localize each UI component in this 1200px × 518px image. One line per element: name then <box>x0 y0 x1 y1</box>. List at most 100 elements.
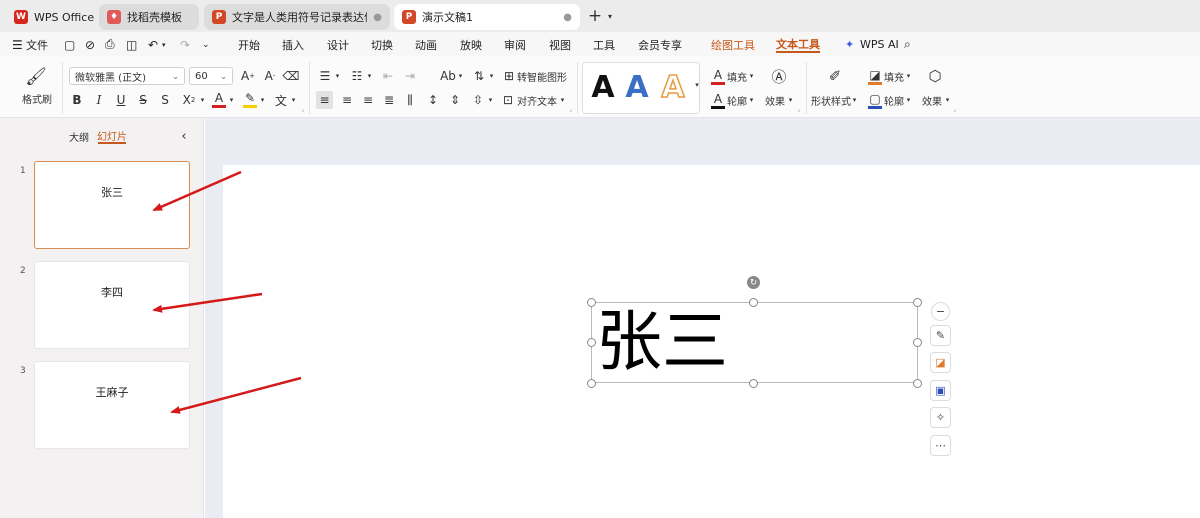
decrease-indent-icon[interactable]: ⇤ <box>380 67 396 85</box>
chevron-down-icon[interactable]: ▾ <box>604 8 616 24</box>
text-fill-button[interactable]: 填充 <box>726 67 748 85</box>
chevron-down-icon[interactable]: ▾ <box>905 67 912 85</box>
chevron-down-icon[interactable]: ▾ <box>487 91 494 109</box>
save-icon[interactable]: ▢ <box>64 36 75 53</box>
fill-icon[interactable]: ◪ <box>930 352 951 373</box>
chevron-down-icon[interactable]: ▾ <box>851 91 858 109</box>
slide-thumbnail-1[interactable]: 张三 <box>34 161 190 249</box>
paragraph-spacing-icon[interactable]: ⇕ <box>447 91 463 109</box>
chevron-down-icon[interactable]: ▾ <box>748 91 755 109</box>
column-icon[interactable]: ⇳ <box>470 91 486 109</box>
share-icon[interactable]: ⊘ <box>85 36 95 53</box>
underline-icon[interactable]: U <box>113 91 129 109</box>
menu-drawing-tools[interactable]: 绘图工具 <box>711 36 755 53</box>
chevron-down-icon[interactable]: ▾ <box>259 91 266 109</box>
shadow-icon[interactable]: S <box>157 91 173 109</box>
align-text-button[interactable]: 对齐文本 <box>516 91 558 109</box>
align-center-icon[interactable]: ≡ <box>339 91 355 109</box>
undo-icon[interactable]: ↶ <box>148 36 158 53</box>
numbering-icon[interactable]: ☷ <box>349 67 365 85</box>
shape-effect-icon[interactable]: ⬡ <box>926 66 944 86</box>
chevron-down-icon[interactable]: ▾ <box>944 91 951 109</box>
justify-icon[interactable]: ≣ <box>381 91 397 109</box>
shape-fill-icon[interactable]: ◪ <box>868 67 882 85</box>
italic-icon[interactable]: I <box>91 91 107 109</box>
new-tab-button[interactable]: + <box>586 6 604 26</box>
chevron-down-icon[interactable]: ▾ <box>748 67 755 85</box>
menu-animation[interactable]: 动画 <box>415 36 437 53</box>
collapse-pane-icon[interactable]: ‹ <box>178 128 190 144</box>
print-icon[interactable]: ⎙ <box>105 36 115 53</box>
chevron-down-icon[interactable]: ▾ <box>787 91 794 109</box>
tab-docer-templates[interactable]: ♦ 找稻壳模板 <box>99 4 199 30</box>
tab-wps-office[interactable]: W WPS Office <box>6 4 94 30</box>
menu-insert[interactable]: 插入 <box>282 36 304 53</box>
resize-handle[interactable] <box>749 298 758 307</box>
pen-icon[interactable]: ✎ <box>930 325 951 346</box>
redo-icon[interactable]: ↷ <box>180 36 190 53</box>
text-outline-button[interactable]: 轮廓 <box>726 91 748 109</box>
increase-indent-icon[interactable]: ⇥ <box>402 67 418 85</box>
align-left-icon[interactable]: ≡ <box>316 91 333 109</box>
resize-handle[interactable] <box>749 379 758 388</box>
search-icon[interactable]: ⌕ <box>904 36 911 53</box>
menu-text-tools[interactable]: 文本工具 <box>776 36 820 53</box>
align-text-icon[interactable]: ⊡ <box>501 91 515 109</box>
menu-design[interactable]: 设计 <box>327 36 349 53</box>
format-painter-label[interactable]: 格式刷 <box>16 91 58 106</box>
smart-graphic-button[interactable]: 转智能图形 <box>517 67 567 85</box>
menu-tools[interactable]: 工具 <box>593 36 615 53</box>
text-effect-icon[interactable]: Ⓐ <box>770 66 788 86</box>
shape-style-button[interactable]: 形状样式 <box>811 91 851 109</box>
bullets-icon[interactable]: ☰ <box>317 67 333 85</box>
chevron-down-icon[interactable]: ⌄ <box>202 36 210 53</box>
tab-text-document[interactable]: P 文字是人类用符号记录表达信息以 ● <box>204 4 390 30</box>
resize-handle[interactable] <box>587 298 596 307</box>
chevron-down-icon[interactable]: ▾ <box>905 91 912 109</box>
bold-icon[interactable]: B <box>69 91 85 109</box>
menu-member[interactable]: 会员专享 <box>638 36 682 53</box>
font-size-select[interactable]: 60 ⌄ <box>189 67 233 85</box>
text-style-orange-outline[interactable]: A <box>658 68 688 106</box>
chevron-down-icon[interactable]: ▾ <box>290 91 297 109</box>
menu-file[interactable]: 文件 <box>26 36 48 53</box>
menu-slideshow[interactable]: 放映 <box>460 36 482 53</box>
tab-slides[interactable]: 幻灯片 <box>97 128 127 144</box>
text-style-black[interactable]: A <box>588 68 618 106</box>
menu-view[interactable]: 视图 <box>549 36 571 53</box>
dialog-launcher-icon[interactable]: ⌟ <box>951 105 958 113</box>
shape-style-icon[interactable]: ✐ <box>826 66 844 86</box>
chevron-down-icon[interactable]: ▾ <box>334 67 341 85</box>
highlight-icon[interactable]: ✎ <box>243 90 257 108</box>
strikethrough-icon[interactable]: S <box>135 91 151 109</box>
text-effect-button[interactable]: 效果 <box>763 91 787 109</box>
distribute-icon[interactable]: ⫼ <box>402 91 418 109</box>
resize-handle[interactable] <box>913 379 922 388</box>
text-outline-icon[interactable]: A <box>711 91 725 109</box>
dialog-launcher-icon[interactable]: ⌟ <box>795 105 802 113</box>
chevron-down-icon[interactable]: ▾ <box>457 67 464 85</box>
sort-icon[interactable]: ⇅ <box>471 67 487 85</box>
text-fill-icon[interactable]: A <box>711 67 725 85</box>
text-direction-icon[interactable]: Ab <box>440 67 456 85</box>
rotate-handle-icon[interactable]: ↻ <box>747 276 760 289</box>
shape-outline-icon[interactable]: ▢ <box>868 91 882 109</box>
chevron-down-icon[interactable]: ▾ <box>199 91 206 109</box>
resize-handle[interactable] <box>913 298 922 307</box>
print-preview-icon[interactable]: ◫ <box>126 36 137 53</box>
font-name-select[interactable]: 微软雅黑 (正文) ⌄ <box>69 67 185 85</box>
shape-effect-button[interactable]: 效果 <box>920 91 944 109</box>
tab-outline[interactable]: 大纲 <box>68 128 90 144</box>
outline-icon[interactable]: ▣ <box>930 380 951 401</box>
dialog-launcher-icon[interactable]: ⌟ <box>567 105 574 113</box>
chevron-down-icon[interactable]: ▾ <box>162 36 166 53</box>
resize-handle[interactable] <box>587 338 596 347</box>
tab-presentation-1[interactable]: P 演示文稿1 ● <box>394 4 580 30</box>
line-spacing-icon[interactable]: ↕ <box>425 91 441 109</box>
superscript-icon[interactable]: X2 <box>180 91 198 109</box>
chevron-down-icon[interactable]: ▾ <box>228 91 235 109</box>
clear-format-icon[interactable]: ⌫ <box>283 67 300 85</box>
shape-fill-button[interactable]: 填充 <box>883 67 905 85</box>
phonetic-icon[interactable]: 文 <box>273 91 289 109</box>
format-painter-icon[interactable]: 🖌 <box>24 66 48 88</box>
